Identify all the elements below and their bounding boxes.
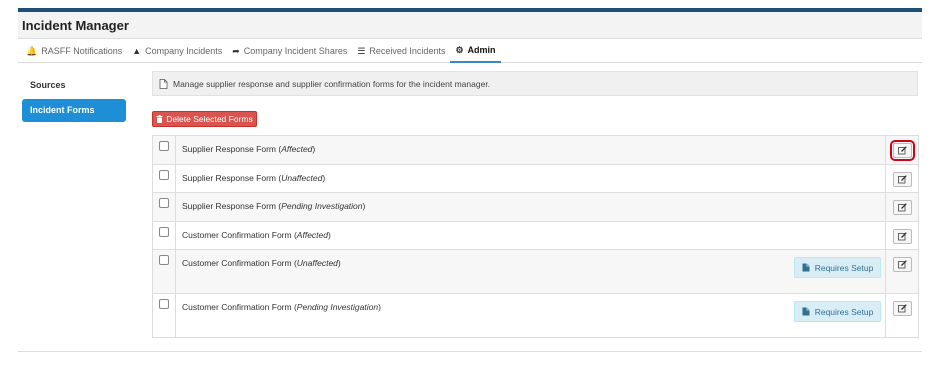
edit-cell bbox=[885, 164, 918, 192]
form-variant: Pending Investigation bbox=[296, 302, 379, 312]
table-row: Supplier Response Form (Unaffected) bbox=[153, 164, 918, 193]
row-checkbox[interactable] bbox=[159, 141, 169, 151]
form-title: Supplier Response Form bbox=[182, 172, 277, 183]
edit-icon bbox=[898, 260, 907, 269]
checkbox-cell bbox=[153, 193, 176, 221]
tab-label: Company Incidents bbox=[145, 46, 223, 56]
edit-icon bbox=[898, 203, 907, 212]
form-variant: Unaffected bbox=[281, 172, 323, 183]
table-row: Supplier Response Form (Affected) bbox=[153, 136, 918, 165]
form-name: Supplier Response Form (Affected) bbox=[182, 144, 316, 154]
edit-button[interactable] bbox=[893, 257, 912, 272]
checkbox-cell bbox=[153, 164, 176, 192]
form-title: Supplier Response Form bbox=[182, 201, 277, 211]
checkbox-cell bbox=[153, 294, 176, 337]
tab-rasff-notifications[interactable]: 🔔 RASFF Notifications bbox=[18, 40, 127, 63]
edit-icon bbox=[898, 304, 907, 313]
edit-icon bbox=[898, 231, 907, 240]
checkbox-cell bbox=[153, 221, 176, 249]
tab-label: Company Incident Shares bbox=[243, 46, 348, 56]
form-variant: Pending Investigation bbox=[281, 201, 363, 211]
info-text: Manage supplier response and supplier co… bbox=[173, 78, 491, 89]
form-variant: Affected bbox=[281, 144, 313, 154]
table-row: Customer Confirmation Form (Affected) bbox=[153, 221, 918, 250]
row-checkbox[interactable] bbox=[159, 169, 169, 180]
checkbox-cell bbox=[153, 250, 176, 293]
form-title: Customer Confirmation Form bbox=[182, 229, 292, 240]
tab-label: RASFF Notifications bbox=[41, 46, 123, 56]
requires-setup-button[interactable]: Requires Setup bbox=[794, 257, 881, 278]
form-title: Customer Confirmation Form bbox=[182, 258, 292, 268]
sidebar: Sources Incident Forms bbox=[22, 74, 126, 122]
edit-cell bbox=[885, 193, 918, 221]
document-icon bbox=[159, 78, 168, 89]
edit-cell bbox=[885, 294, 918, 337]
requires-setup-label: Requires Setup bbox=[814, 262, 874, 273]
form-name: Customer Confirmation Form (Pending Inve… bbox=[182, 302, 381, 312]
info-banner: Manage supplier response and supplier co… bbox=[152, 71, 918, 96]
delete-selected-forms-button[interactable]: Delete Selected Forms bbox=[152, 111, 257, 127]
edit-button[interactable] bbox=[893, 301, 912, 316]
form-title: Customer Confirmation Form bbox=[182, 302, 292, 312]
warning-icon: ▲ bbox=[132, 46, 142, 56]
share-icon: ➦ bbox=[232, 45, 240, 56]
form-name: Supplier Response Form (Unaffected) bbox=[182, 172, 326, 183]
delete-label: Delete Selected Forms bbox=[166, 114, 253, 124]
requires-setup-button[interactable]: Requires Setup bbox=[794, 301, 881, 322]
sidebar-item-sources[interactable]: Sources bbox=[22, 74, 126, 97]
table-row: Customer Confirmation Form (Unaffected) … bbox=[153, 250, 918, 294]
form-name: Customer Confirmation Form (Affected) bbox=[182, 229, 331, 240]
row-checkbox[interactable] bbox=[159, 198, 169, 208]
edit-cell bbox=[885, 136, 918, 164]
forms-table: Supplier Response Form (Affected) Suppli… bbox=[152, 135, 919, 338]
tab-received-incidents[interactable]: ☰ Received Incidents bbox=[352, 40, 450, 63]
edit-icon bbox=[898, 174, 907, 183]
row-checkbox[interactable] bbox=[159, 255, 169, 265]
bell-icon: 🔔 bbox=[26, 45, 38, 56]
tab-admin[interactable]: ⚙ Admin bbox=[450, 40, 501, 63]
edit-icon bbox=[898, 146, 907, 155]
tab-label: Received Incidents bbox=[369, 46, 446, 56]
app-header: Incident Manager bbox=[18, 12, 922, 39]
requires-setup-label: Requires Setup bbox=[814, 306, 874, 317]
form-name: Supplier Response Form (Pending Investig… bbox=[182, 201, 366, 211]
form-variant: Unaffected bbox=[296, 258, 338, 268]
document-icon bbox=[802, 263, 810, 272]
table-row: Customer Confirmation Form (Pending Inve… bbox=[153, 294, 918, 338]
checkbox-cell bbox=[153, 136, 176, 164]
edit-button[interactable] bbox=[890, 140, 915, 161]
row-checkbox[interactable] bbox=[159, 299, 169, 309]
form-variant: Affected bbox=[296, 229, 328, 240]
sidebar-item-incident-forms[interactable]: Incident Forms bbox=[22, 99, 126, 122]
edit-button[interactable] bbox=[893, 200, 912, 215]
row-checkbox[interactable] bbox=[159, 226, 169, 237]
tab-label: Admin bbox=[467, 45, 496, 55]
table-row: Supplier Response Form (Pending Investig… bbox=[153, 193, 918, 222]
app-title: Incident Manager bbox=[22, 18, 129, 33]
form-title: Supplier Response Form bbox=[182, 144, 277, 154]
edit-cell bbox=[885, 221, 918, 249]
tab-company-incidents[interactable]: ▲ Company Incidents bbox=[127, 40, 227, 63]
form-name: Customer Confirmation Form (Unaffected) bbox=[182, 258, 341, 268]
footer-divider bbox=[18, 351, 922, 352]
gear-icon: ⚙ bbox=[455, 44, 464, 55]
list-icon: ☰ bbox=[357, 45, 366, 56]
edit-button[interactable] bbox=[893, 171, 912, 187]
trash-icon bbox=[156, 115, 163, 123]
edit-button[interactable] bbox=[893, 228, 912, 244]
edit-cell bbox=[885, 250, 918, 293]
document-icon bbox=[802, 307, 810, 316]
main-tabs: 🔔 RASFF Notifications ▲ Company Incident… bbox=[18, 40, 922, 63]
tab-company-incident-shares[interactable]: ➦ Company Incident Shares bbox=[227, 40, 352, 63]
